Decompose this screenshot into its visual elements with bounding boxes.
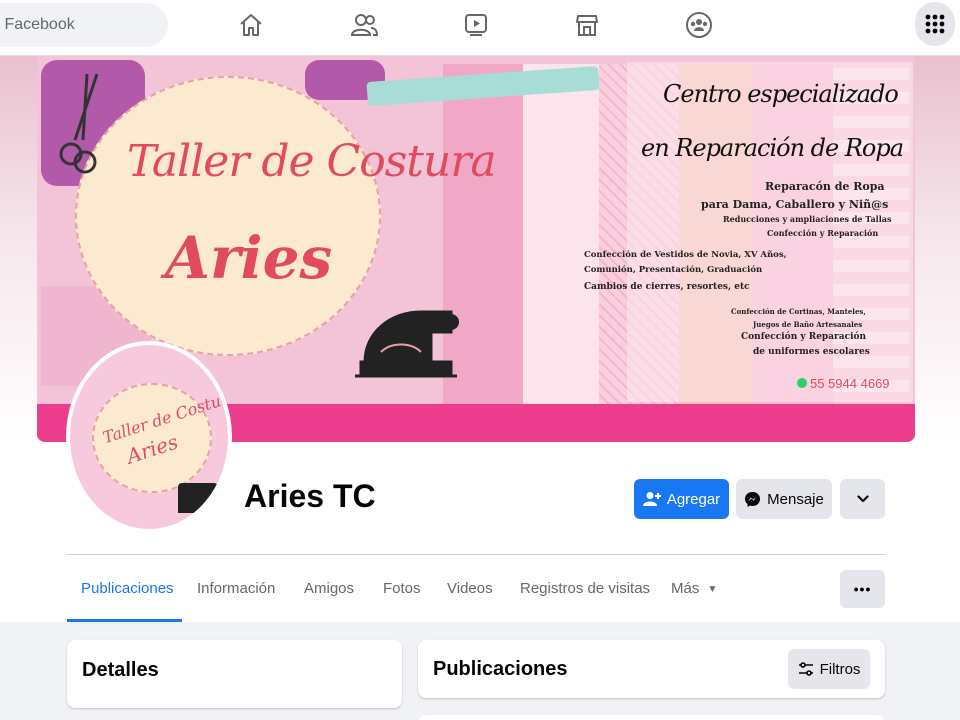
cover-service-text: para Dama, Caballero y Niñ@s bbox=[701, 198, 889, 211]
messenger-icon bbox=[745, 491, 761, 507]
cover-service-text: Reparacón de Ropa bbox=[765, 180, 885, 193]
add-friend-label: Agregar bbox=[666, 490, 721, 508]
message-label: Mensaje bbox=[767, 490, 824, 508]
friends-icon[interactable] bbox=[344, 9, 384, 41]
posts-card-title: Publicaciones bbox=[433, 658, 568, 680]
tab-amigos[interactable]: Amigos bbox=[304, 580, 354, 597]
chevron-down-icon bbox=[856, 495, 869, 503]
cover-title: Taller de Costura bbox=[127, 136, 497, 187]
caret-down-icon: ▼ bbox=[707, 584, 718, 595]
cover-service-text: Comunión, Presentación, Graduación bbox=[584, 265, 763, 275]
cover-service-text: Confección y Reparación bbox=[741, 332, 867, 342]
cover-service-text: Cambios de cierres, resortes, etc bbox=[584, 282, 750, 292]
scissors-icon bbox=[57, 70, 107, 180]
whatsapp-icon bbox=[797, 378, 807, 388]
filters-icon bbox=[798, 662, 813, 676]
tab-informacion[interactable]: Información bbox=[197, 580, 275, 597]
top-navigation-bar: Facebook bbox=[0, 0, 960, 56]
add-friend-icon bbox=[642, 492, 661, 506]
cover-phone-number: 55 5944 4669 bbox=[810, 376, 890, 391]
cover-service-text: Juegos de Baño Artesanales bbox=[753, 320, 863, 329]
filters-label: Filtros bbox=[819, 660, 861, 678]
tab-registros-de-visitas[interactable]: Registros de visitas bbox=[520, 580, 650, 597]
search-input[interactable]: Facebook bbox=[0, 3, 168, 47]
search-placeholder: Facebook bbox=[4, 16, 75, 33]
cover-phone: 55 5944 4669 bbox=[797, 376, 890, 391]
cover-service-text: Confección de Cortinas, Manteles, bbox=[731, 307, 866, 316]
profile-options-button[interactable] bbox=[840, 479, 885, 519]
cover-service-text: Confección de Vestidos de Novia, XV Años… bbox=[584, 250, 787, 260]
details-card-title: Detalles bbox=[82, 659, 159, 681]
cover-service-text: Reducciones y ampliaciones de Tallas bbox=[723, 214, 892, 224]
profile-name: Aries TC bbox=[244, 478, 376, 514]
details-card: Detalles bbox=[67, 640, 402, 708]
filters-button[interactable]: Filtros bbox=[788, 649, 870, 689]
tab-mas-label: Más bbox=[671, 580, 700, 597]
active-tab-indicator bbox=[67, 619, 182, 622]
groups-icon[interactable] bbox=[679, 9, 719, 41]
grid-menu-icon bbox=[925, 14, 945, 34]
cover-subtitle: Aries bbox=[165, 224, 333, 292]
posts-card: Publicaciones Filtros bbox=[418, 640, 885, 698]
marketplace-icon[interactable] bbox=[567, 9, 607, 41]
add-friend-button[interactable]: Agregar bbox=[634, 479, 729, 519]
next-card-edge bbox=[418, 715, 885, 720]
message-button[interactable]: Mensaje bbox=[736, 479, 832, 519]
tab-mas[interactable]: Más ▼ bbox=[671, 580, 717, 597]
menu-button[interactable] bbox=[915, 2, 955, 46]
home-icon[interactable] bbox=[231, 9, 271, 41]
cover-service-text: de uniformes escolares bbox=[753, 347, 870, 357]
profile-avatar[interactable]: Taller de Costura Aries bbox=[66, 341, 232, 533]
tab-fotos[interactable]: Fotos bbox=[383, 580, 421, 597]
header-divider bbox=[67, 554, 885, 555]
watch-icon[interactable] bbox=[456, 9, 496, 41]
tab-videos[interactable]: Videos bbox=[447, 580, 493, 597]
more-options-button[interactable]: ••• bbox=[840, 570, 885, 608]
cover-service-text: Confección y Reparación bbox=[767, 228, 879, 238]
more-horizontal-icon: ••• bbox=[853, 581, 872, 597]
cover-heading-line1: Centro especializado bbox=[663, 80, 899, 108]
sewing-machine-icon bbox=[351, 292, 461, 382]
tab-publicaciones[interactable]: Publicaciones bbox=[81, 580, 174, 597]
cover-heading-line2: en Reparación de Ropa bbox=[641, 134, 904, 162]
